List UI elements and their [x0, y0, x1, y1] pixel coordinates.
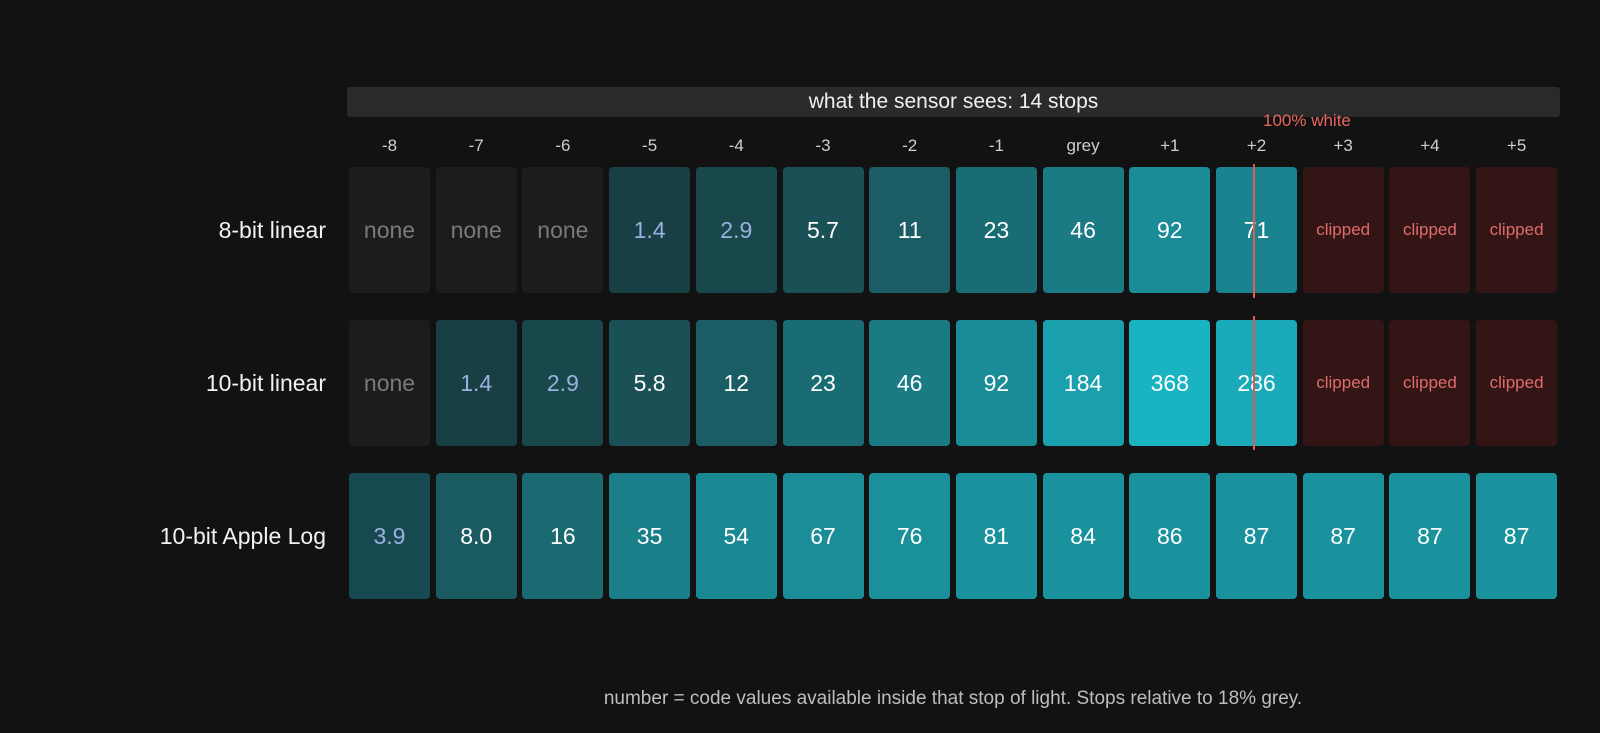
- stop-cell: 3.9: [349, 473, 430, 599]
- stop-label: +3: [1333, 136, 1353, 155]
- stop-label: -4: [728, 136, 744, 155]
- stop-cell: 184: [1042, 320, 1124, 446]
- stop-cell: 67: [782, 473, 864, 599]
- stop-cell: 87: [1302, 473, 1384, 599]
- stop-label: +5: [1506, 136, 1527, 155]
- stop-cell: clipped: [1302, 167, 1384, 293]
- stop-cell: 23: [955, 167, 1037, 293]
- white-point-marker-row1: [1253, 164, 1255, 298]
- stop-cell: none: [349, 167, 430, 293]
- stop-cell: 87: [1389, 473, 1471, 599]
- stop-cell: 11: [869, 167, 951, 293]
- stop-cell: clipped: [1389, 320, 1471, 446]
- stop-cell: 5.7: [782, 167, 864, 293]
- stop-cell: clipped: [1302, 320, 1384, 446]
- stop-label: +2: [1246, 136, 1267, 155]
- row-label: 8-bit linear: [218, 217, 326, 243]
- stop-cell: clipped: [1389, 167, 1471, 293]
- white-point-marker-row2: [1253, 316, 1255, 450]
- stop-cell: 46: [1042, 167, 1124, 293]
- stop-label: +1: [1160, 136, 1180, 155]
- row-label: 10-bit Apple Log: [159, 523, 326, 549]
- stop-cell: none: [349, 320, 430, 446]
- stop-cell: clipped: [1476, 320, 1558, 446]
- stop-label: grey: [1066, 136, 1100, 155]
- stop-cell: 92: [955, 320, 1037, 446]
- stop-cell: 46: [869, 320, 951, 446]
- stop-cell: 2.9: [695, 167, 777, 293]
- stop-cell: clipped: [1476, 167, 1558, 293]
- stop-label: -6: [555, 136, 571, 155]
- row-label: 10-bit linear: [205, 370, 326, 396]
- stop-cell: 2.9: [522, 320, 604, 446]
- stop-cell: 76: [869, 473, 951, 599]
- stop-cell: 92: [1129, 167, 1211, 293]
- stop-label: -1: [988, 136, 1004, 155]
- stop-cell: 5.8: [609, 320, 691, 446]
- stop-label: -2: [902, 136, 918, 155]
- stop-cell: 54: [695, 473, 777, 599]
- stop-cell: 81: [955, 473, 1037, 599]
- stop-label: -8: [381, 136, 398, 155]
- stop-cell: 8.0: [435, 473, 517, 599]
- stop-cell: 1.4: [435, 320, 517, 446]
- footnote: number = code values available inside th…: [603, 688, 1303, 709]
- stop-cell: 368: [1129, 320, 1211, 446]
- stop-label: -3: [815, 136, 831, 155]
- stop-cell: 84: [1042, 473, 1124, 599]
- stop-cell: 286: [1216, 320, 1297, 446]
- stop-cell: 12: [695, 320, 777, 446]
- stop-label: -7: [468, 136, 484, 155]
- stop-cell: 86: [1129, 473, 1211, 599]
- stop-cell: 23: [782, 320, 864, 446]
- stop-cell: 35: [609, 473, 691, 599]
- stop-label: +4: [1420, 136, 1440, 155]
- stop-cell: 16: [522, 473, 604, 599]
- stop-cell: 71: [1216, 167, 1297, 293]
- stop-cell: 87: [1476, 473, 1558, 599]
- stop-cell: 1.4: [609, 167, 691, 293]
- stop-cell: 87: [1216, 473, 1297, 599]
- stop-label: -5: [642, 136, 658, 155]
- stop-cell: none: [435, 167, 517, 293]
- diagram-title: what the sensor sees: 14 stops: [347, 87, 1560, 117]
- stop-cell: none: [522, 167, 604, 293]
- white-point-label: 100% white: [1263, 111, 1351, 130]
